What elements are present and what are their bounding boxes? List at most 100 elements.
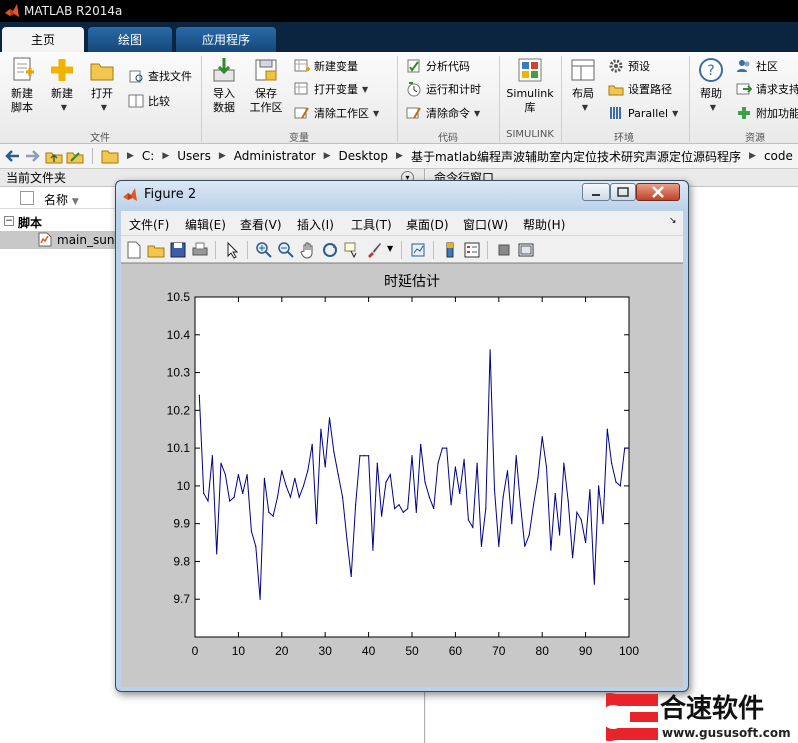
minimize-icon: [592, 194, 600, 196]
path-separator-icon: ▶: [396, 151, 403, 161]
analyze-code-button[interactable]: 分析代码: [406, 56, 470, 76]
data-point: [359, 455, 361, 457]
new-variable-button[interactable]: 新建变量: [294, 56, 358, 76]
pan-hand-icon[interactable]: [299, 241, 317, 259]
collapse-toggle-icon[interactable]: −: [4, 216, 14, 226]
maximize-button[interactable]: [610, 183, 636, 201]
browse-folder-icon[interactable]: [66, 148, 84, 164]
hide-plot-tools-icon[interactable]: [495, 241, 513, 259]
menu-tools[interactable]: 工具(T): [351, 216, 392, 233]
watermark-logo: 合速软件 www.gususoft.com: [585, 690, 798, 743]
clear-workspace-button[interactable]: 清除工作区 ▼: [294, 103, 379, 123]
print-icon[interactable]: [191, 241, 209, 259]
zoom-out-icon[interactable]: [277, 241, 295, 259]
colorbar-icon[interactable]: [441, 241, 459, 259]
chevron-down-icon: ▼: [60, 103, 68, 112]
data-point: [233, 496, 235, 498]
data-point: [268, 511, 270, 513]
y-tick-label: 10.1: [167, 441, 191, 455]
data-point: [298, 496, 300, 498]
compare-button[interactable]: 比较: [128, 91, 170, 111]
menu-insert[interactable]: 插入(I): [297, 216, 334, 233]
clear-workspace-icon: [294, 107, 309, 119]
zoom-in-icon[interactable]: [255, 241, 273, 259]
forward-arrow-icon[interactable]: [24, 148, 42, 164]
pointer-icon[interactable]: [223, 241, 241, 259]
breadcrumb-project-folder[interactable]: 基于matlab编程声波辅助室内定位技术研究声源定位源码程序: [411, 148, 741, 165]
data-point: [567, 500, 569, 502]
tab-home[interactable]: 主页: [2, 27, 84, 52]
find-files-button[interactable]: 查找文件: [128, 66, 192, 86]
new-script-button[interactable]: 新建 脚本: [4, 56, 40, 115]
tab-plots[interactable]: 绘图: [88, 27, 172, 52]
open-variable-button[interactable]: 打开变量 ▼: [294, 79, 368, 99]
time-delay-plot[interactable]: 0 10 20 30 40 50 60 70 80 90 100 9.7 9.8 9.9 10 10.1 10.…: [121, 264, 683, 688]
import-data-button[interactable]: 导入 数据: [206, 56, 242, 115]
column-name-header[interactable]: 名称 ▼: [44, 191, 79, 208]
tab-apps[interactable]: 应用程序: [176, 27, 276, 52]
address-divider: [92, 148, 93, 164]
data-point: [207, 500, 209, 502]
save-icon[interactable]: [169, 241, 187, 259]
rotate-3d-icon[interactable]: [321, 241, 339, 259]
open-file-icon[interactable]: [147, 241, 165, 259]
add-ons-button[interactable]: 附加功能: [736, 103, 798, 123]
y-tick-label: 10.4: [167, 328, 191, 342]
simulink-library-button[interactable]: Simulink 库: [504, 56, 556, 115]
compare-icon: [128, 94, 144, 108]
data-point: [528, 534, 530, 536]
breadcrumb-administrator[interactable]: Administrator: [234, 149, 316, 163]
data-point: [398, 504, 400, 506]
new-variable-label: 新建变量: [314, 60, 358, 73]
show-plot-tools-icon[interactable]: [517, 241, 535, 259]
data-point: [263, 477, 266, 479]
breadcrumb-c[interactable]: C:: [142, 149, 154, 163]
data-point: [372, 549, 374, 551]
clear-commands-button[interactable]: 清除命令 ▼: [406, 103, 480, 123]
new-figure-icon[interactable]: [125, 241, 143, 259]
menu-dock-icon[interactable]: ↘: [669, 216, 677, 226]
layout-button[interactable]: 布局 ▼: [566, 56, 600, 115]
new-button[interactable]: 新建 ▼: [44, 56, 80, 115]
request-support-button[interactable]: 请求支持: [736, 79, 798, 99]
data-point: [493, 489, 496, 491]
brush-dropdown-icon[interactable]: ▼: [387, 244, 393, 253]
open-button[interactable]: 打开 ▼: [84, 56, 120, 115]
data-point: [611, 462, 613, 464]
link-plot-icon[interactable]: [409, 241, 427, 259]
save-workspace-button[interactable]: 保存 工作区: [246, 56, 286, 115]
app-title: MATLAB R2014a: [24, 4, 123, 18]
minimize-button[interactable]: [582, 183, 610, 201]
close-button[interactable]: [636, 183, 680, 201]
brush-icon[interactable]: [365, 241, 383, 259]
breadcrumb-desktop[interactable]: Desktop: [339, 149, 389, 163]
up-folder-icon[interactable]: [45, 148, 63, 164]
data-point: [537, 477, 539, 479]
data-cursor-icon[interactable]: [343, 241, 361, 259]
menu-edit[interactable]: 编辑(E): [185, 216, 226, 233]
data-point: [580, 519, 582, 521]
menu-window[interactable]: 窗口(W): [463, 216, 508, 233]
run-and-time-button[interactable]: 运行和计时: [406, 79, 481, 99]
path-separator-icon: ▶: [162, 151, 170, 161]
breadcrumb-code[interactable]: code: [764, 149, 793, 163]
toolbar-divider: [401, 241, 402, 259]
preferences-button[interactable]: 预设: [608, 56, 650, 76]
menu-file[interactable]: 文件(F): [129, 216, 169, 233]
data-point: [593, 583, 595, 585]
x-tick-label: 20: [275, 644, 289, 658]
new-label: 新建: [51, 87, 73, 100]
legend-icon[interactable]: [463, 241, 481, 259]
back-arrow-icon[interactable]: [3, 148, 21, 164]
maximize-icon: [617, 187, 629, 197]
set-path-button[interactable]: 设置路径: [608, 79, 672, 99]
menu-help[interactable]: 帮助(H): [523, 216, 565, 233]
breadcrumb-users[interactable]: Users: [177, 149, 211, 163]
community-button[interactable]: 社区: [736, 56, 778, 76]
menu-desktop[interactable]: 桌面(D): [406, 216, 449, 233]
help-button[interactable]: ? 帮助 ▼: [694, 56, 728, 115]
menu-view[interactable]: 查看(V): [240, 216, 282, 233]
parallel-button[interactable]: Parallel ▼: [608, 103, 678, 123]
select-all-checkbox[interactable]: [20, 191, 34, 205]
figure-title-bar[interactable]: Figure 2: [116, 181, 688, 209]
